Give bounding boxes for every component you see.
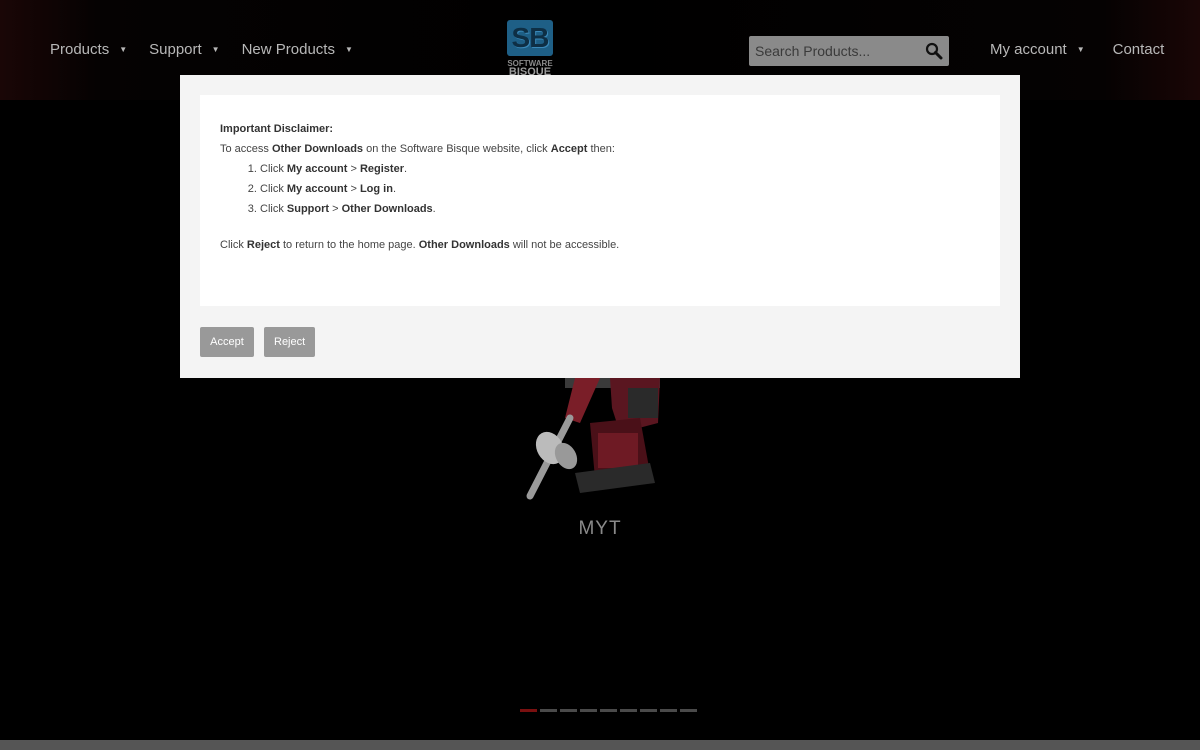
- slider-dot[interactable]: [680, 709, 697, 712]
- nav-new-products-label: New Products: [241, 41, 335, 58]
- telescope-mount-image: [526, 378, 660, 500]
- text-bold: My account: [286, 183, 348, 195]
- text: then:: [587, 143, 615, 155]
- slider-dot[interactable]: [600, 709, 617, 712]
- steps-list: Click My account > Register. Click My ac…: [220, 159, 980, 219]
- text: >: [347, 183, 360, 195]
- text: .: [392, 183, 397, 195]
- step-item: Click My account > Register.: [260, 159, 980, 179]
- disclaimer-modal: Important Disclaimer: To access Other Do…: [180, 75, 1020, 378]
- text-bold: Other Downloads: [341, 203, 433, 215]
- search-icon[interactable]: [925, 42, 943, 60]
- footer-bar: [0, 740, 1200, 750]
- caret-down-icon: ▼: [1076, 45, 1085, 54]
- nav-products[interactable]: Products ▼: [50, 41, 127, 58]
- search-box: [749, 36, 949, 66]
- nav-contact-label: Contact: [1112, 41, 1165, 58]
- slider-pagination: [520, 709, 697, 712]
- nav-support[interactable]: Support ▼: [149, 41, 219, 58]
- text: Click: [260, 203, 287, 215]
- text: >: [329, 203, 342, 215]
- caret-down-icon: ▼: [119, 45, 128, 54]
- caret-down-icon: ▼: [211, 45, 220, 54]
- text-bold: Other Downloads: [418, 239, 510, 251]
- slider-dot[interactable]: [580, 709, 597, 712]
- modal-title: Important Disclaimer:: [220, 123, 334, 135]
- hero-caption: MYT: [578, 518, 622, 539]
- slider-dot[interactable]: [640, 709, 657, 712]
- text-bold: Register: [359, 163, 404, 175]
- text: to return to the home page.: [279, 239, 419, 251]
- slider-dot[interactable]: [620, 709, 637, 712]
- main-nav: Products ▼ Support ▼ New Products ▼: [50, 41, 375, 58]
- text: will not be accessible.: [509, 239, 620, 251]
- text: >: [347, 163, 360, 175]
- text-bold: My account: [286, 163, 348, 175]
- text-bold: Accept: [550, 143, 588, 155]
- nav-support-label: Support: [149, 41, 202, 58]
- accept-button[interactable]: Accept: [200, 327, 254, 357]
- slider-dot[interactable]: [560, 709, 577, 712]
- site-logo[interactable]: SB SOFTWARE BISQUE: [503, 20, 557, 76]
- caret-down-icon: ▼: [344, 45, 353, 54]
- nav-my-account[interactable]: My account ▼: [990, 41, 1085, 58]
- modal-reject-note: Click Reject to return to the home page.…: [220, 235, 980, 255]
- text: Click: [260, 183, 287, 195]
- slider-dot[interactable]: [520, 709, 537, 712]
- reject-button[interactable]: Reject: [264, 327, 315, 357]
- account-nav: My account ▼ Contact: [990, 41, 1164, 58]
- logo-mark: SB: [507, 20, 553, 56]
- text: .: [432, 203, 436, 215]
- text: .: [403, 163, 408, 175]
- text-bold: Log in: [359, 183, 393, 195]
- modal-body: Important Disclaimer: To access Other Do…: [200, 95, 1000, 306]
- nav-new-products[interactable]: New Products ▼: [242, 41, 353, 58]
- modal-intro: To access Other Downloads on the Softwar…: [220, 139, 980, 159]
- text: Click: [220, 239, 247, 251]
- text: on the Software Bisque website, click: [363, 143, 551, 155]
- slider-dot[interactable]: [660, 709, 677, 712]
- step-item: Click Support > Other Downloads.: [260, 199, 980, 219]
- step-item: Click My account > Log in.: [260, 179, 980, 199]
- text-bold: Reject: [246, 239, 280, 251]
- logo-wordmark: SOFTWARE BISQUE: [503, 59, 557, 76]
- text-bold: Support: [286, 203, 330, 215]
- search-input[interactable]: [749, 36, 919, 66]
- text: Click: [260, 163, 287, 175]
- nav-products-label: Products: [50, 41, 110, 58]
- nav-contact[interactable]: Contact: [1113, 41, 1165, 58]
- slider-dot[interactable]: [540, 709, 557, 712]
- nav-my-account-label: My account: [990, 41, 1067, 58]
- text: To access: [220, 143, 272, 155]
- text-bold: Other Downloads: [271, 143, 364, 155]
